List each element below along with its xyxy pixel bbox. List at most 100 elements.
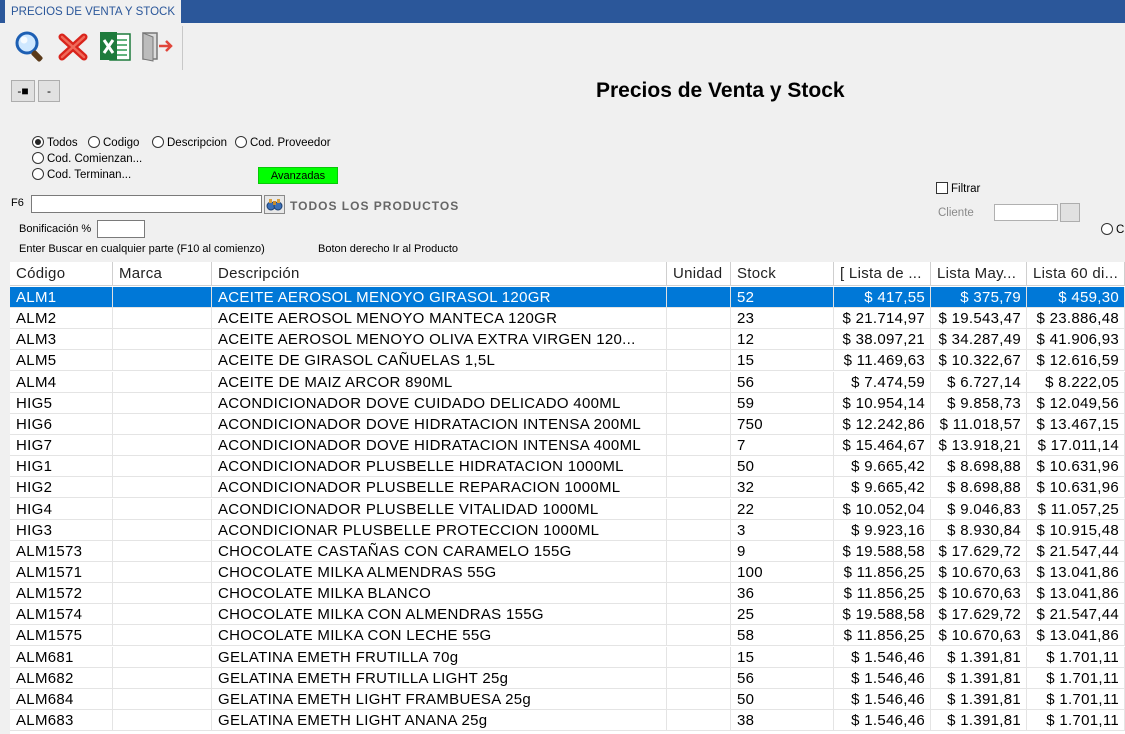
table-row[interactable]: HIG6 ACONDICIONADOR DOVE HIDRATACION INTE…: [10, 413, 1125, 435]
radio-cod-proveedor[interactable]: Cod. Proveedor: [235, 135, 331, 151]
cell-descripcion: ACEITE DE MAIZ ARCOR 890ML: [212, 371, 667, 393]
radio-partial[interactable]: C: [1101, 222, 1124, 238]
radio-cod-comienzan[interactable]: Cod. Comienzan...: [32, 151, 142, 167]
search-button[interactable]: [264, 195, 285, 214]
cell-codigo: ALM1571: [10, 561, 113, 583]
radio-label: Codigo: [103, 137, 140, 149]
table-row[interactable]: ALM1573 CHOCOLATE CASTAÑAS CON CARAMELO 1…: [10, 540, 1125, 562]
column-header-marca[interactable]: Marca: [113, 262, 212, 286]
cell-lista-60-dias: $ 10.631,96: [1027, 456, 1125, 478]
radio-label: C: [1116, 224, 1125, 236]
column-header-lista-mayorista[interactable]: Lista May...: [931, 262, 1027, 286]
pin-button[interactable]: -■: [11, 80, 35, 102]
cell-lista-60-dias: $ 1.701,11: [1027, 646, 1125, 668]
radio-codigo[interactable]: Codigo: [88, 135, 139, 151]
cell-descripcion: GELATINA EMETH LIGHT ANANA 25g: [212, 710, 667, 731]
table-row[interactable]: ALM1 ACEITE AEROSOL MENOYO GIRASOL 120GR 5…: [10, 287, 1125, 308]
radio-icon: [32, 168, 44, 180]
cell-unidad: [667, 519, 731, 541]
excel-icon[interactable]: [97, 29, 133, 63]
column-header-lista-de[interactable]: [ Lista de ...: [834, 262, 931, 286]
search-icon[interactable]: [12, 29, 48, 63]
radio-descripcion[interactable]: Descripcion: [152, 135, 227, 151]
cell-unidad: [667, 688, 731, 710]
filtrar-checkbox[interactable]: Filtrar: [936, 182, 980, 195]
table-row[interactable]: ALM1575 CHOCOLATE MILKA CON LECHE 55G 58 $ …: [10, 625, 1125, 647]
cell-lista-60-dias: $ 8.222,05: [1027, 371, 1125, 393]
cliente-lookup-button[interactable]: [1060, 203, 1080, 222]
column-header-unidad[interactable]: Unidad: [667, 262, 731, 286]
cell-lista-de: $ 11.856,25: [834, 583, 931, 605]
table-row[interactable]: HIG3 ACONDICIONAR PLUSBELLE PROTECCION 10…: [10, 519, 1125, 541]
tab-precios-venta-stock[interactable]: PRECIOS DE VENTA Y STOCK: [5, 0, 181, 23]
table-row[interactable]: ALM4 ACEITE DE MAIZ ARCOR 890ML 56 $ 7.474,…: [10, 371, 1125, 393]
cell-stock: 15: [731, 646, 834, 668]
cell-marca: [113, 646, 212, 668]
table-row[interactable]: HIG4 ACONDICIONADOR PLUSBELLE VITALIDAD 1…: [10, 498, 1125, 520]
cell-marca: [113, 625, 212, 647]
cliente-input[interactable]: [994, 204, 1058, 221]
table-row[interactable]: ALM682 GELATINA EMETH FRUTILLA LIGHT 25g 5…: [10, 667, 1125, 689]
table-row[interactable]: ALM683 GELATINA EMETH LIGHT ANANA 25g 38 $ …: [10, 710, 1125, 731]
table-row[interactable]: HIG7 ACONDICIONADOR DOVE HIDRATACION INTE…: [10, 435, 1125, 457]
radio-todos[interactable]: Todos: [32, 135, 78, 151]
table-row[interactable]: HIG2 ACONDICIONADOR PLUSBELLE REPARACION …: [10, 477, 1125, 499]
cell-marca: [113, 287, 212, 308]
cell-stock: 59: [731, 392, 834, 414]
table-row[interactable]: ALM2 ACEITE AEROSOL MENOYO MANTECA 120GR 2…: [10, 308, 1125, 330]
bonificacion-input[interactable]: [97, 220, 145, 238]
column-header-descripcion[interactable]: Descripción: [212, 262, 667, 286]
table-row[interactable]: ALM681 GELATINA EMETH FRUTILLA 70g 15 $ 1.5…: [10, 646, 1125, 668]
page-title: Precios de Venta y Stock: [596, 79, 845, 102]
cell-unidad: [667, 413, 731, 435]
cell-codigo: HIG4: [10, 498, 113, 520]
table-row[interactable]: HIG1 ACONDICIONADOR PLUSBELLE HIDRATACION…: [10, 456, 1125, 478]
cell-codigo: HIG5: [10, 392, 113, 414]
cell-marca: [113, 688, 212, 710]
exit-icon[interactable]: [139, 29, 175, 63]
cell-unidad: [667, 329, 731, 351]
cell-descripcion: GELATINA EMETH FRUTILLA LIGHT 25g: [212, 667, 667, 689]
table-row[interactable]: ALM1574 CHOCOLATE MILKA CON ALMENDRAS 155…: [10, 604, 1125, 626]
products-grid[interactable]: Código Marca Descripción Unidad Stock [ …: [10, 262, 1125, 734]
table-row[interactable]: ALM5 ACEITE DE GIRASOL CAÑUELAS 1,5L 15 $ 1…: [10, 350, 1125, 372]
filtrar-label: Filtrar: [951, 183, 981, 195]
table-row[interactable]: ALM684 GELATINA EMETH LIGHT FRAMBUESA 25g…: [10, 688, 1125, 710]
table-row[interactable]: ALM3 ACEITE AEROSOL MENOYO OLIVA EXTRA VI…: [10, 329, 1125, 351]
advanced-button[interactable]: Avanzadas: [258, 167, 338, 184]
radio-label: Descripcion: [167, 137, 228, 149]
cell-codigo: ALM1: [10, 287, 113, 308]
search-input[interactable]: [31, 195, 262, 213]
cell-lista-60-dias: $ 1.701,11: [1027, 688, 1125, 710]
cell-lista-60-dias: $ 13.041,86: [1027, 561, 1125, 583]
column-header-lista-60-dias[interactable]: Lista 60 di...: [1027, 262, 1125, 286]
cell-stock: 32: [731, 477, 834, 499]
cell-unidad: [667, 308, 731, 330]
cell-stock: 12: [731, 329, 834, 351]
cell-lista-mayorista: $ 1.391,81: [931, 710, 1027, 731]
cell-marca: [113, 498, 212, 520]
cell-unidad: [667, 350, 731, 372]
radio-icon: [88, 136, 100, 148]
cell-unidad: [667, 710, 731, 731]
tab-strip: PRECIOS DE VENTA Y STOCK: [0, 0, 1125, 23]
cell-descripcion: CHOCOLATE MILKA CON ALMENDRAS 155G: [212, 604, 667, 626]
cell-stock: 56: [731, 667, 834, 689]
column-header-stock[interactable]: Stock: [731, 262, 834, 286]
bonificacion-label: Bonificación %: [19, 223, 92, 235]
binoculars-icon: [266, 199, 283, 211]
collapse-button[interactable]: -: [38, 80, 60, 102]
cell-stock: 38: [731, 710, 834, 731]
radio-cod-terminan[interactable]: Cod. Terminan...: [32, 167, 131, 183]
cell-stock: 23: [731, 308, 834, 330]
cell-unidad: [667, 646, 731, 668]
column-header-codigo[interactable]: Código: [10, 262, 113, 286]
radio-label: Todos: [47, 137, 78, 149]
delete-icon[interactable]: [55, 29, 91, 63]
table-row[interactable]: ALM1572 CHOCOLATE MILKA BLANCO 36 $ 11.856,…: [10, 583, 1125, 605]
cell-lista-60-dias: $ 21.547,44: [1027, 604, 1125, 626]
table-row[interactable]: ALM1571 CHOCOLATE MILKA ALMENDRAS 55G 100 $…: [10, 561, 1125, 583]
cell-lista-60-dias: $ 12.049,56: [1027, 392, 1125, 414]
cell-lista-60-dias: $ 11.057,25: [1027, 498, 1125, 520]
table-row[interactable]: HIG5 ACONDICIONADOR DOVE CUIDADO DELICADO…: [10, 392, 1125, 414]
